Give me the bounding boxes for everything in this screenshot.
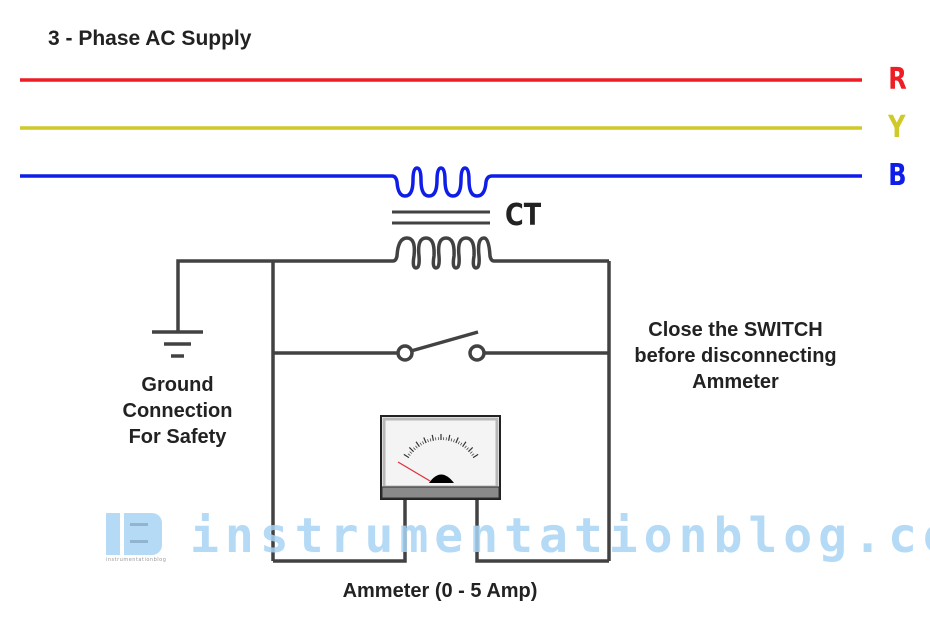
- switch-note-line: Close the SWITCH: [648, 319, 823, 341]
- watermark-text: instrumentationblog.com: [190, 508, 930, 564]
- watermark-subtext: instrumentationblog: [106, 557, 167, 563]
- ct-label: CT: [505, 198, 542, 233]
- switch-blade: [410, 330, 479, 353]
- ammeter-icon: [380, 415, 501, 500]
- ground-label: Ground Connection For Safety: [105, 372, 250, 450]
- phase-label-b: B: [888, 158, 907, 193]
- page-title: 3 - Phase AC Supply: [48, 27, 252, 50]
- phase-label-y: Y: [888, 110, 906, 145]
- switch-terminal-left: [396, 344, 414, 362]
- ground-wire: [176, 259, 273, 332]
- ground-label-line: Ground: [141, 374, 214, 396]
- ground-label-line: For Safety: [128, 426, 227, 448]
- ct-secondary-coil: [273, 236, 609, 270]
- switch-note-line: Ammeter: [692, 371, 779, 393]
- phase-label-r: R: [888, 62, 907, 97]
- ammeter-label: Ammeter (0 - 5 Amp): [342, 580, 538, 602]
- ground-label-line: Connection: [122, 400, 233, 422]
- switch-terminal-right: [468, 344, 486, 362]
- switch-note: Close the SWITCH before disconnecting Am…: [618, 317, 853, 395]
- watermark-logo-icon: [106, 513, 162, 555]
- switch-note-line: before disconnecting: [634, 345, 837, 367]
- phase-line-b-with-primary-coil: [20, 166, 862, 198]
